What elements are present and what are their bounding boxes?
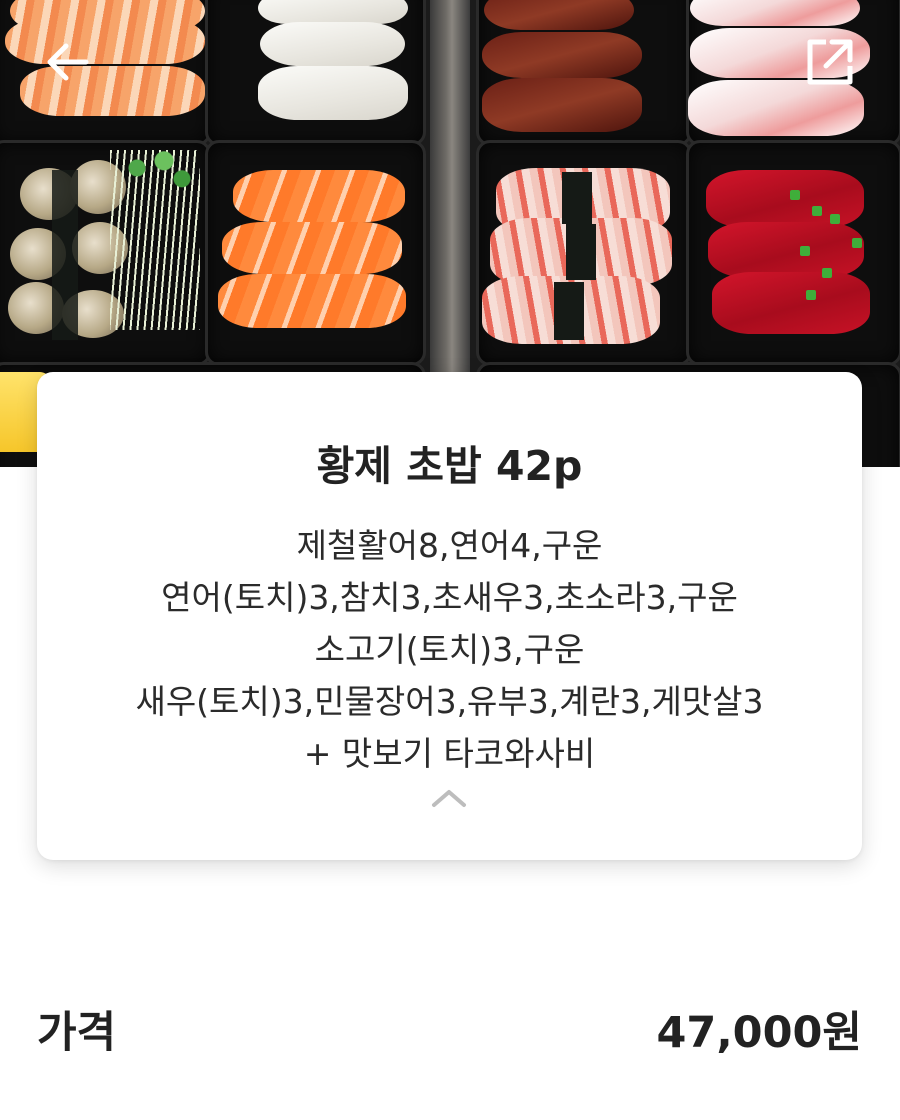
price-row: 가격 47,000원 bbox=[37, 998, 862, 1058]
description-line: 소고기(토치)3,구운 bbox=[314, 630, 585, 669]
price-label: 가격 bbox=[37, 1008, 117, 1058]
description-line: 연어(토치)3,참치3,초새우3,초소라3,구운 bbox=[161, 578, 738, 617]
description-line: + 맛보기 타코와사비 bbox=[303, 734, 596, 773]
description-line: 제철활어8,연어4,구운 bbox=[296, 526, 603, 565]
arrow-left-icon bbox=[47, 43, 89, 81]
product-description: 제철활어8,연어4,구운 연어(토치)3,참치3,초새우3,초소라3,구운 소고… bbox=[37, 520, 862, 780]
product-info-card: 황제 초밥 42p 제철활어8,연어4,구운 연어(토치)3,참치3,초새우3,… bbox=[37, 372, 862, 860]
product-title: 황제 초밥 42p bbox=[316, 442, 583, 490]
description-line: 새우(토치)3,민물장어3,유부3,계란3,게맛살3 bbox=[135, 682, 764, 721]
chevron-up-icon bbox=[432, 790, 466, 807]
share-button[interactable] bbox=[802, 34, 858, 90]
back-button[interactable] bbox=[40, 34, 96, 90]
price-value: 47,000원 bbox=[656, 1008, 863, 1058]
share-external-icon bbox=[807, 39, 853, 85]
collapse-description-button[interactable] bbox=[429, 778, 469, 818]
